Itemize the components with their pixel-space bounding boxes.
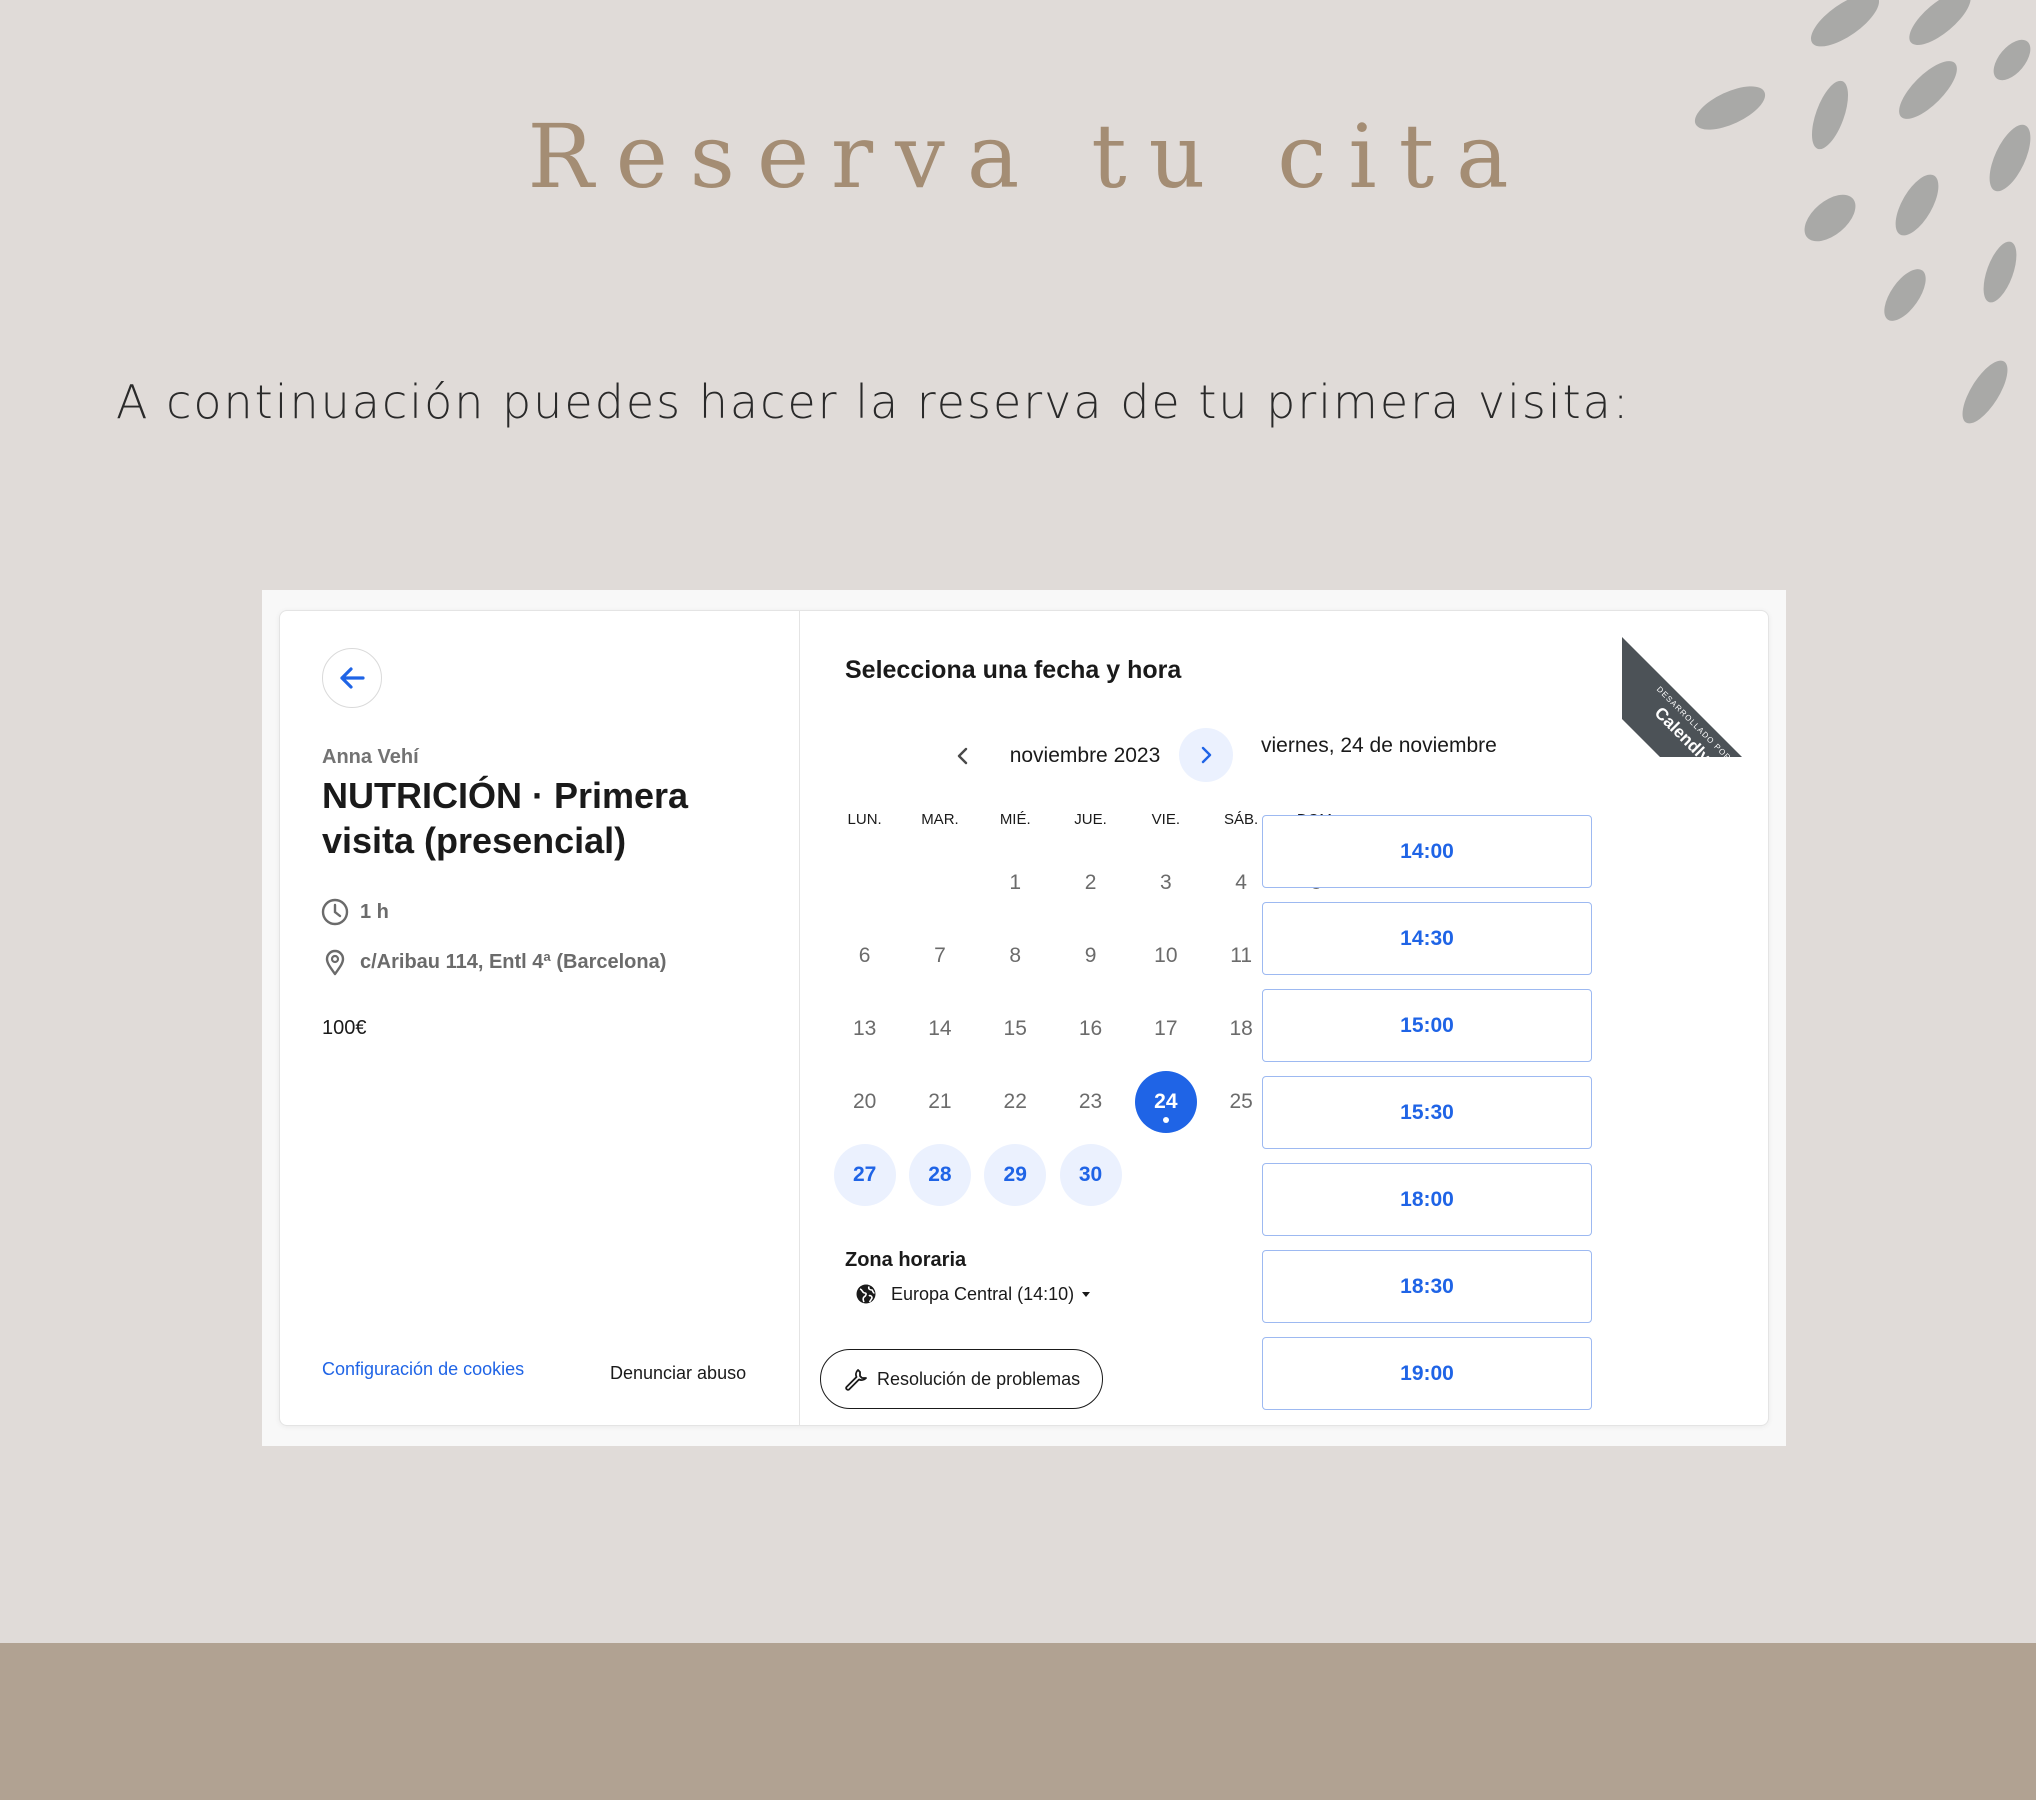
day-number[interactable]: 24: [1134, 1070, 1197, 1133]
calendar-day-available[interactable]: 27: [827, 1138, 902, 1211]
time-slot-button[interactable]: 14:30: [1262, 902, 1592, 975]
day-number: 14: [928, 1016, 952, 1040]
calendar-day: 22: [978, 1065, 1053, 1138]
day-number: 23: [1078, 1089, 1103, 1113]
powered-by-calendly-ribbon[interactable]: DESARROLLADO POR Calendly: [1622, 611, 1768, 757]
picker-title: Selecciona una fecha y hora: [845, 656, 1182, 684]
calendar-day: 7: [902, 919, 977, 992]
day-number: 3: [1159, 870, 1172, 894]
day-number: 8: [1009, 943, 1022, 967]
decorative-leaves: [1694, 0, 2031, 424]
ribbon-brand-text: Calendly: [1650, 703, 1715, 757]
weekday-label: VIE.: [1151, 811, 1181, 828]
back-button[interactable]: [322, 648, 382, 708]
event-title: NUTRICIÓN · Primera visita (presencial): [322, 775, 689, 861]
day-number: 22: [1003, 1089, 1027, 1113]
calendar-day: 21: [902, 1065, 977, 1138]
timezone-value: Europa Central (14:10): [891, 1283, 1075, 1304]
arrow-left-icon: [340, 667, 365, 689]
day-number: 1: [1009, 870, 1022, 894]
page-title: Reserva tu cita: [527, 105, 1531, 208]
location-text: c/Aribau 114, Entl 4ª (Barcelona): [360, 950, 667, 973]
weekday-label: JUE.: [1074, 811, 1107, 828]
intro-text: A continuación puedes hacer la reserva d…: [116, 375, 1631, 429]
day-number: 2: [1084, 870, 1097, 894]
day-number: 10: [1154, 943, 1178, 967]
selected-date-heading: viernes, 24 de noviembre: [1261, 734, 1497, 757]
timezone-selector[interactable]: Europa Central (14:10): [855, 1283, 1092, 1305]
calendar-empty-cell: [827, 846, 902, 919]
calendar-day: 10: [1128, 919, 1203, 992]
day-number: 21: [928, 1089, 952, 1113]
current-month-label: noviembre 2023: [1009, 744, 1161, 767]
day-number: 15: [1003, 1016, 1027, 1040]
weekday-label: MAR.: [921, 811, 959, 828]
timezone-label: Zona horaria: [845, 1249, 967, 1271]
footer-band: [0, 1643, 2036, 1800]
day-number: 6: [858, 943, 871, 967]
day-number: 20: [852, 1089, 877, 1113]
cookie-settings-link[interactable]: Configuración de cookies: [322, 1359, 524, 1380]
duration-text: 1 h: [360, 900, 389, 923]
time-slot-button[interactable]: 15:30: [1262, 1076, 1592, 1149]
calendar-day: 17: [1128, 992, 1203, 1065]
caret-down-icon: [1082, 1292, 1091, 1297]
duration-row: 1 h: [320, 897, 389, 927]
calendar-day: 13: [827, 992, 902, 1065]
price-text: 100€: [322, 1017, 367, 1039]
calendar-day-available[interactable]: 29: [978, 1138, 1053, 1211]
weekday-label: MIÉ.: [999, 811, 1031, 828]
clock-icon: [321, 898, 349, 926]
time-slot-button[interactable]: 14:00: [1262, 815, 1592, 888]
time-slot-button[interactable]: 18:30: [1262, 1250, 1592, 1323]
globe-icon: [856, 1284, 876, 1304]
report-abuse-link[interactable]: Denunciar abuso: [610, 1363, 746, 1384]
troubleshoot-label: Resolución de problemas: [877, 1368, 1081, 1389]
time-slot-list: 14:00 14:30 15:00 15:30 18:00 18:30 19:00: [1262, 815, 1592, 1424]
calendar-day: 16: [1053, 992, 1128, 1065]
next-month-button[interactable]: [1179, 728, 1233, 782]
calendar-day: 14: [902, 992, 977, 1065]
calendar-day-selected[interactable]: 24: [1128, 1065, 1203, 1138]
calendar-day: 20: [827, 1065, 902, 1138]
calendar-day: 23: [1053, 1065, 1128, 1138]
day-number[interactable]: 30: [1059, 1143, 1122, 1206]
map-pin-icon: [325, 949, 345, 976]
day-number: 9: [1084, 943, 1097, 967]
time-slot-button[interactable]: 19:00: [1262, 1337, 1592, 1410]
wrench-icon: [845, 1369, 867, 1391]
location-row: c/Aribau 114, Entl 4ª (Barcelona): [320, 947, 666, 977]
calendar-day: 3: [1128, 846, 1203, 919]
event-details-panel: Anna Vehí NUTRICIÓN · Primera visita (pr…: [280, 611, 800, 1425]
calendar-day-available[interactable]: 30: [1053, 1138, 1128, 1211]
day-number: 7: [934, 943, 946, 967]
previous-month-button[interactable]: [935, 728, 991, 784]
calendar-day: 1: [978, 846, 1053, 919]
time-slot-button[interactable]: 15:00: [1262, 989, 1592, 1062]
day-number: 13: [852, 1016, 877, 1040]
day-number[interactable]: 28: [908, 1143, 971, 1206]
calendar-day: 15: [978, 992, 1053, 1065]
chevron-left-icon: [957, 747, 968, 765]
calendar-day-available[interactable]: 28: [902, 1138, 977, 1211]
calendar-day: 9: [1053, 919, 1128, 992]
time-slot-button[interactable]: 18:00: [1262, 1163, 1592, 1236]
day-number[interactable]: 27: [833, 1143, 896, 1206]
host-name: Anna Vehí: [322, 746, 419, 768]
calendar-day: 2: [1053, 846, 1128, 919]
ribbon-band: DESARROLLADO POR Calendly: [1622, 635, 1768, 757]
month-navigation: noviembre 2023: [935, 728, 1235, 784]
calendar-empty-cell: [902, 846, 977, 919]
day-number: 17: [1154, 1016, 1178, 1040]
troubleshoot-button[interactable]: Resolución de problemas: [820, 1349, 1104, 1409]
weekday-label: LUN.: [847, 811, 882, 828]
day-number: 16: [1078, 1016, 1103, 1040]
chevron-right-icon: [1201, 746, 1212, 764]
calendar-day: 8: [978, 919, 1053, 992]
day-number[interactable]: 29: [984, 1143, 1047, 1206]
calendar-day: 6: [827, 919, 902, 992]
calendly-widget: Anna Vehí NUTRICIÓN · Primera visita (pr…: [279, 610, 1769, 1426]
